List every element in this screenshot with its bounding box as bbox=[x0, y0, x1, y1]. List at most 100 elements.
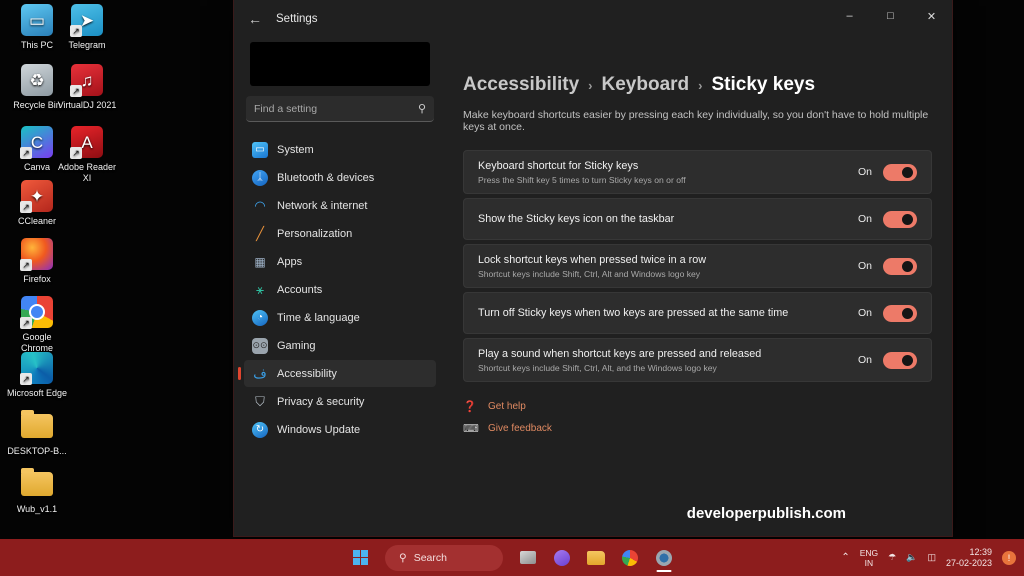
taskbar-google-chrome-icon[interactable] bbox=[614, 542, 645, 573]
search-icon: ⚲ bbox=[418, 102, 426, 115]
sidebar-item-label: Windows Update bbox=[277, 424, 360, 436]
close-button[interactable]: ✕ bbox=[911, 0, 952, 32]
back-arrow-icon[interactable]: ← bbox=[242, 6, 268, 32]
desktop-icon-adobe-reader-xi[interactable]: AAdobe Reader XI bbox=[56, 126, 118, 184]
desktop-icon-label: Firefox bbox=[6, 274, 68, 285]
link-give-feedback[interactable]: ⌨ Give feedback bbox=[463, 422, 932, 435]
link-label: Give feedback bbox=[488, 423, 552, 434]
toggle-state-label: On bbox=[858, 166, 872, 178]
sidebar-item-label: Network & internet bbox=[277, 200, 367, 212]
sidebar-item-label: Apps bbox=[277, 256, 302, 268]
wifi-icon[interactable]: ☂ bbox=[888, 552, 896, 563]
accessibility-icon: ف bbox=[252, 366, 268, 382]
setting-control: On bbox=[858, 258, 917, 275]
sidebar-item-accessibility[interactable]: فAccessibility bbox=[244, 360, 436, 387]
search-box[interactable]: ⚲ bbox=[246, 96, 434, 122]
sidebar-item-personalization[interactable]: ╱Personalization bbox=[244, 220, 436, 247]
toggle-switch[interactable] bbox=[883, 305, 917, 322]
screen: ▭This PC➤Telegram♻Recycle Bin♫VirtualDJ … bbox=[0, 0, 1024, 576]
recycle-bin-icon: ♻ bbox=[21, 64, 53, 96]
desktop-icon-firefox[interactable]: Firefox bbox=[6, 238, 68, 285]
main-content: Accessibility›Keyboard›Sticky keys Make … bbox=[446, 38, 952, 537]
sidebar-item-time-language[interactable]: ◔Time & language bbox=[244, 304, 436, 331]
setting-row: Show the Sticky keys icon on the taskbar… bbox=[463, 198, 932, 240]
toggle-switch[interactable] bbox=[883, 211, 917, 228]
clock[interactable]: 12:39 27-02-2023 bbox=[946, 547, 992, 569]
breadcrumb-item-keyboard[interactable]: Keyboard bbox=[602, 74, 690, 96]
canva-icon: C bbox=[21, 126, 53, 158]
breadcrumb-separator: › bbox=[588, 78, 592, 93]
desktop-icon-google-chrome[interactable]: Google Chrome bbox=[6, 296, 68, 354]
folder-icon bbox=[21, 410, 53, 442]
sidebar-item-label: Personalization bbox=[277, 228, 352, 240]
volume-icon[interactable]: 🔈 bbox=[906, 552, 917, 563]
link-get-help[interactable]: ❓Get help bbox=[463, 400, 932, 413]
taskbar: ⚲ Search ⌃ ENG IN ☂ 🔈 ◫ 12:39 27-02-2023… bbox=[0, 539, 1024, 576]
toggle-state-label: On bbox=[858, 307, 872, 319]
adobe-reader-icon: A bbox=[71, 126, 103, 158]
help-links: ❓Get help ⌨ Give feedback bbox=[463, 400, 932, 435]
desktop-icon-label: Microsoft Edge bbox=[6, 388, 68, 399]
toggle-knob bbox=[902, 355, 913, 366]
toggle-knob bbox=[902, 167, 913, 178]
setting-text: Turn off Sticky keys when two keys are p… bbox=[478, 306, 858, 320]
setting-control: On bbox=[858, 305, 917, 322]
google-chrome-icon bbox=[21, 296, 53, 328]
sidebar-item-bluetooth-devices[interactable]: ᛣ Bluetooth & devices bbox=[244, 164, 436, 191]
desktop-icon-wub-v1-1[interactable]: Wub_v1.1 bbox=[6, 468, 68, 515]
desktop-icon-virtualdj-2021[interactable]: ♫VirtualDJ 2021 bbox=[56, 64, 118, 111]
breadcrumb[interactable]: Accessibility›Keyboard›Sticky keys bbox=[463, 74, 932, 96]
taskbar-center-group: ⚲ Search bbox=[345, 542, 679, 573]
sidebar-item-windows-update[interactable]: ↻Windows Update bbox=[244, 416, 436, 443]
maximize-button[interactable]: □ bbox=[870, 0, 911, 32]
toggle-switch[interactable] bbox=[883, 258, 917, 275]
taskbar-settings-gear-icon[interactable] bbox=[648, 542, 679, 573]
search-icon: ⚲ bbox=[399, 552, 407, 564]
toggle-knob bbox=[902, 261, 913, 272]
this-pc-icon: ▭ bbox=[21, 4, 53, 36]
sidebar-item-network-internet[interactable]: ◠Network & internet bbox=[244, 192, 436, 219]
settings-gear-icon bbox=[656, 550, 672, 566]
give-feedback-icon: ⌨ bbox=[463, 422, 477, 435]
sidebar: ⚲ ▭System ᛣ Bluetooth & devices ◠Network & … bbox=[234, 38, 446, 537]
breadcrumb-item-accessibility[interactable]: Accessibility bbox=[463, 74, 579, 96]
microsoft-edge-icon bbox=[21, 352, 53, 384]
sidebar-item-system[interactable]: ▭System bbox=[244, 136, 436, 163]
toggle-switch[interactable] bbox=[883, 164, 917, 181]
minimize-button[interactable]: – bbox=[829, 0, 870, 32]
sidebar-item-label: Bluetooth & devices bbox=[277, 172, 374, 184]
taskbar-search-button[interactable]: ⚲ Search bbox=[385, 545, 503, 571]
desktop-icon-label: DESKTOP-B... bbox=[6, 446, 68, 457]
taskbar-chat-icon[interactable] bbox=[546, 542, 577, 573]
bluetooth-icon: ᛣ bbox=[252, 170, 268, 186]
sidebar-item-label: Accounts bbox=[277, 284, 322, 296]
notification-badge[interactable]: ! bbox=[1002, 551, 1016, 565]
task-view-icon bbox=[520, 551, 536, 564]
sidebar-item-gaming[interactable]: ⊙⊙Gaming bbox=[244, 332, 436, 359]
sidebar-item-apps[interactable]: ▦Apps bbox=[244, 248, 436, 275]
desktop-icon-telegram[interactable]: ➤Telegram bbox=[56, 4, 118, 51]
watermark: developerpublish.com bbox=[687, 505, 846, 522]
setting-subtitle: Press the Shift key 5 times to turn Stic… bbox=[478, 174, 858, 186]
setting-title: Turn off Sticky keys when two keys are p… bbox=[478, 306, 858, 320]
sidebar-item-accounts[interactable]: ⚹Accounts bbox=[244, 276, 436, 303]
setting-title: Play a sound when shortcut keys are pres… bbox=[478, 347, 858, 361]
sidebar-item-privacy-security[interactable]: ⛉Privacy & security bbox=[244, 388, 436, 415]
taskbar-file-explorer-icon[interactable] bbox=[580, 542, 611, 573]
taskbar-task-view-icon[interactable] bbox=[512, 542, 543, 573]
telegram-icon: ➤ bbox=[71, 4, 103, 36]
battery-icon[interactable]: ◫ bbox=[927, 552, 936, 563]
toggle-switch[interactable] bbox=[883, 352, 917, 369]
sidebar-item-label: Time & language bbox=[277, 312, 360, 324]
chevron-up-icon[interactable]: ⌃ bbox=[841, 552, 849, 563]
desktop-icon-microsoft-edge[interactable]: Microsoft Edge bbox=[6, 352, 68, 399]
settings-window: ← Settings – □ ✕ ⚲ ▭SystemᛣBluetooth & d… bbox=[233, 0, 953, 537]
language-indicator[interactable]: ENG IN bbox=[860, 548, 878, 568]
user-profile-redacted[interactable] bbox=[250, 42, 430, 86]
setting-title: Keyboard shortcut for Sticky keys bbox=[478, 159, 858, 173]
desktop-icon-desktop-b[interactable]: DESKTOP-B... bbox=[6, 410, 68, 457]
windows-start-icon[interactable] bbox=[345, 542, 376, 573]
search-input[interactable] bbox=[254, 103, 418, 115]
desktop-icon-ccleaner[interactable]: ✦CCleaner bbox=[6, 180, 68, 227]
setting-text: Play a sound when shortcut keys are pres… bbox=[478, 347, 858, 374]
